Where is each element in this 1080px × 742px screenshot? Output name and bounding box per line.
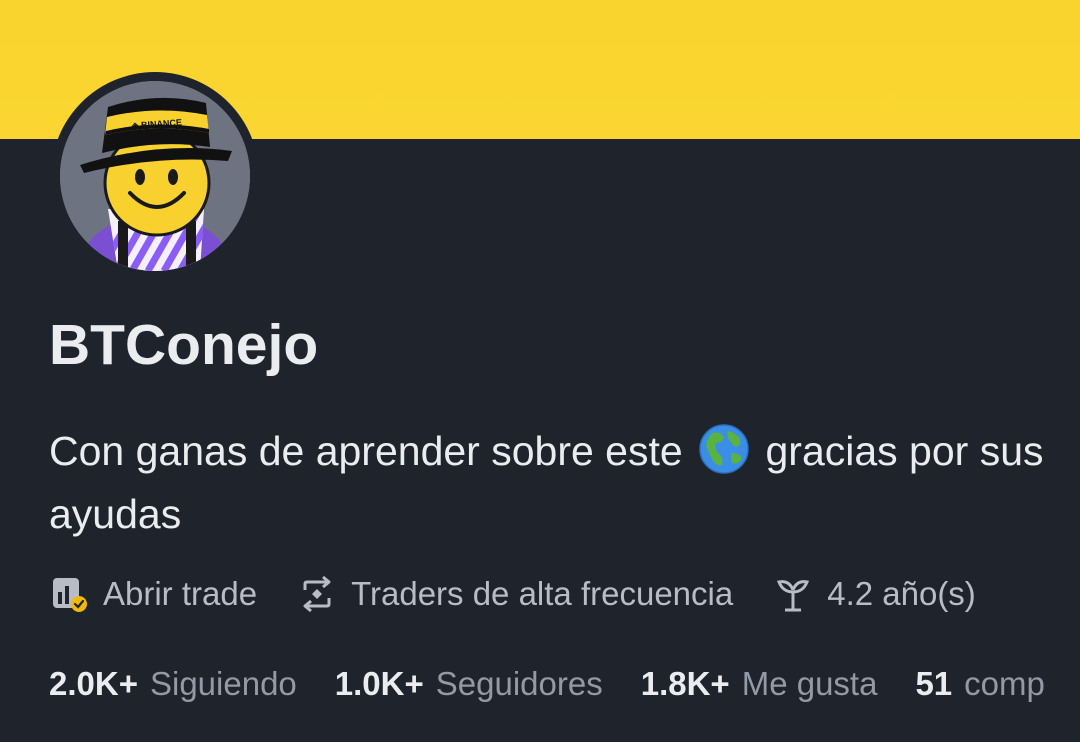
username: BTConejo (49, 313, 319, 377)
sprout-icon (773, 574, 813, 614)
meta-label-account-age: 4.2 año(s) (827, 575, 976, 612)
meta-row: Abrir trade Traders de alta frecuencia 4… (49, 570, 976, 618)
meta-item-trader-type[interactable]: Traders de alta frecuencia (297, 574, 733, 614)
meta-label-open-trade: Abrir trade (103, 575, 258, 612)
avatar[interactable]: ◈ BINANCE (60, 81, 250, 271)
chart-check-icon (49, 574, 89, 614)
stat-followers[interactable]: 1.0K+ Seguidores (335, 665, 603, 703)
swap-arrows-icon (297, 574, 337, 614)
stat-likes[interactable]: 1.8K+ Me gusta (641, 665, 878, 703)
meta-item-account-age[interactable]: 4.2 año(s) (773, 574, 976, 614)
avatar-image: ◈ BINANCE (60, 81, 250, 271)
stat-shares[interactable]: 51 comp (915, 665, 1044, 703)
profile-page: ◈ BINANCE BTConejo Con ganas de aprender… (0, 0, 1080, 742)
stat-following-label: Siguiendo (149, 665, 297, 702)
meta-item-open-trade[interactable]: Abrir trade (49, 574, 257, 614)
bio: Con ganas de aprender sobre este gracias… (49, 420, 1049, 546)
stat-shares-value: 51 (915, 665, 953, 702)
stat-likes-value: 1.8K+ (640, 665, 730, 702)
stat-shares-label: comp (964, 665, 1045, 702)
stat-following[interactable]: 2.0K+ Siguiendo (49, 665, 297, 703)
stats-row: 2.0K+ Siguiendo 1.0K+ Seguidores 1.8K+ M… (49, 660, 1045, 708)
bio-text-part1: Con ganas de aprender sobre este (49, 428, 683, 474)
stat-likes-label: Me gusta (741, 665, 878, 702)
meta-label-trader-type: Traders de alta frecuencia (351, 575, 734, 612)
stat-following-value: 2.0K+ (49, 665, 138, 702)
stat-followers-label: Seguidores (435, 665, 603, 702)
stat-followers-value: 1.0K+ (334, 665, 424, 702)
globe-emoji-icon (698, 423, 750, 475)
